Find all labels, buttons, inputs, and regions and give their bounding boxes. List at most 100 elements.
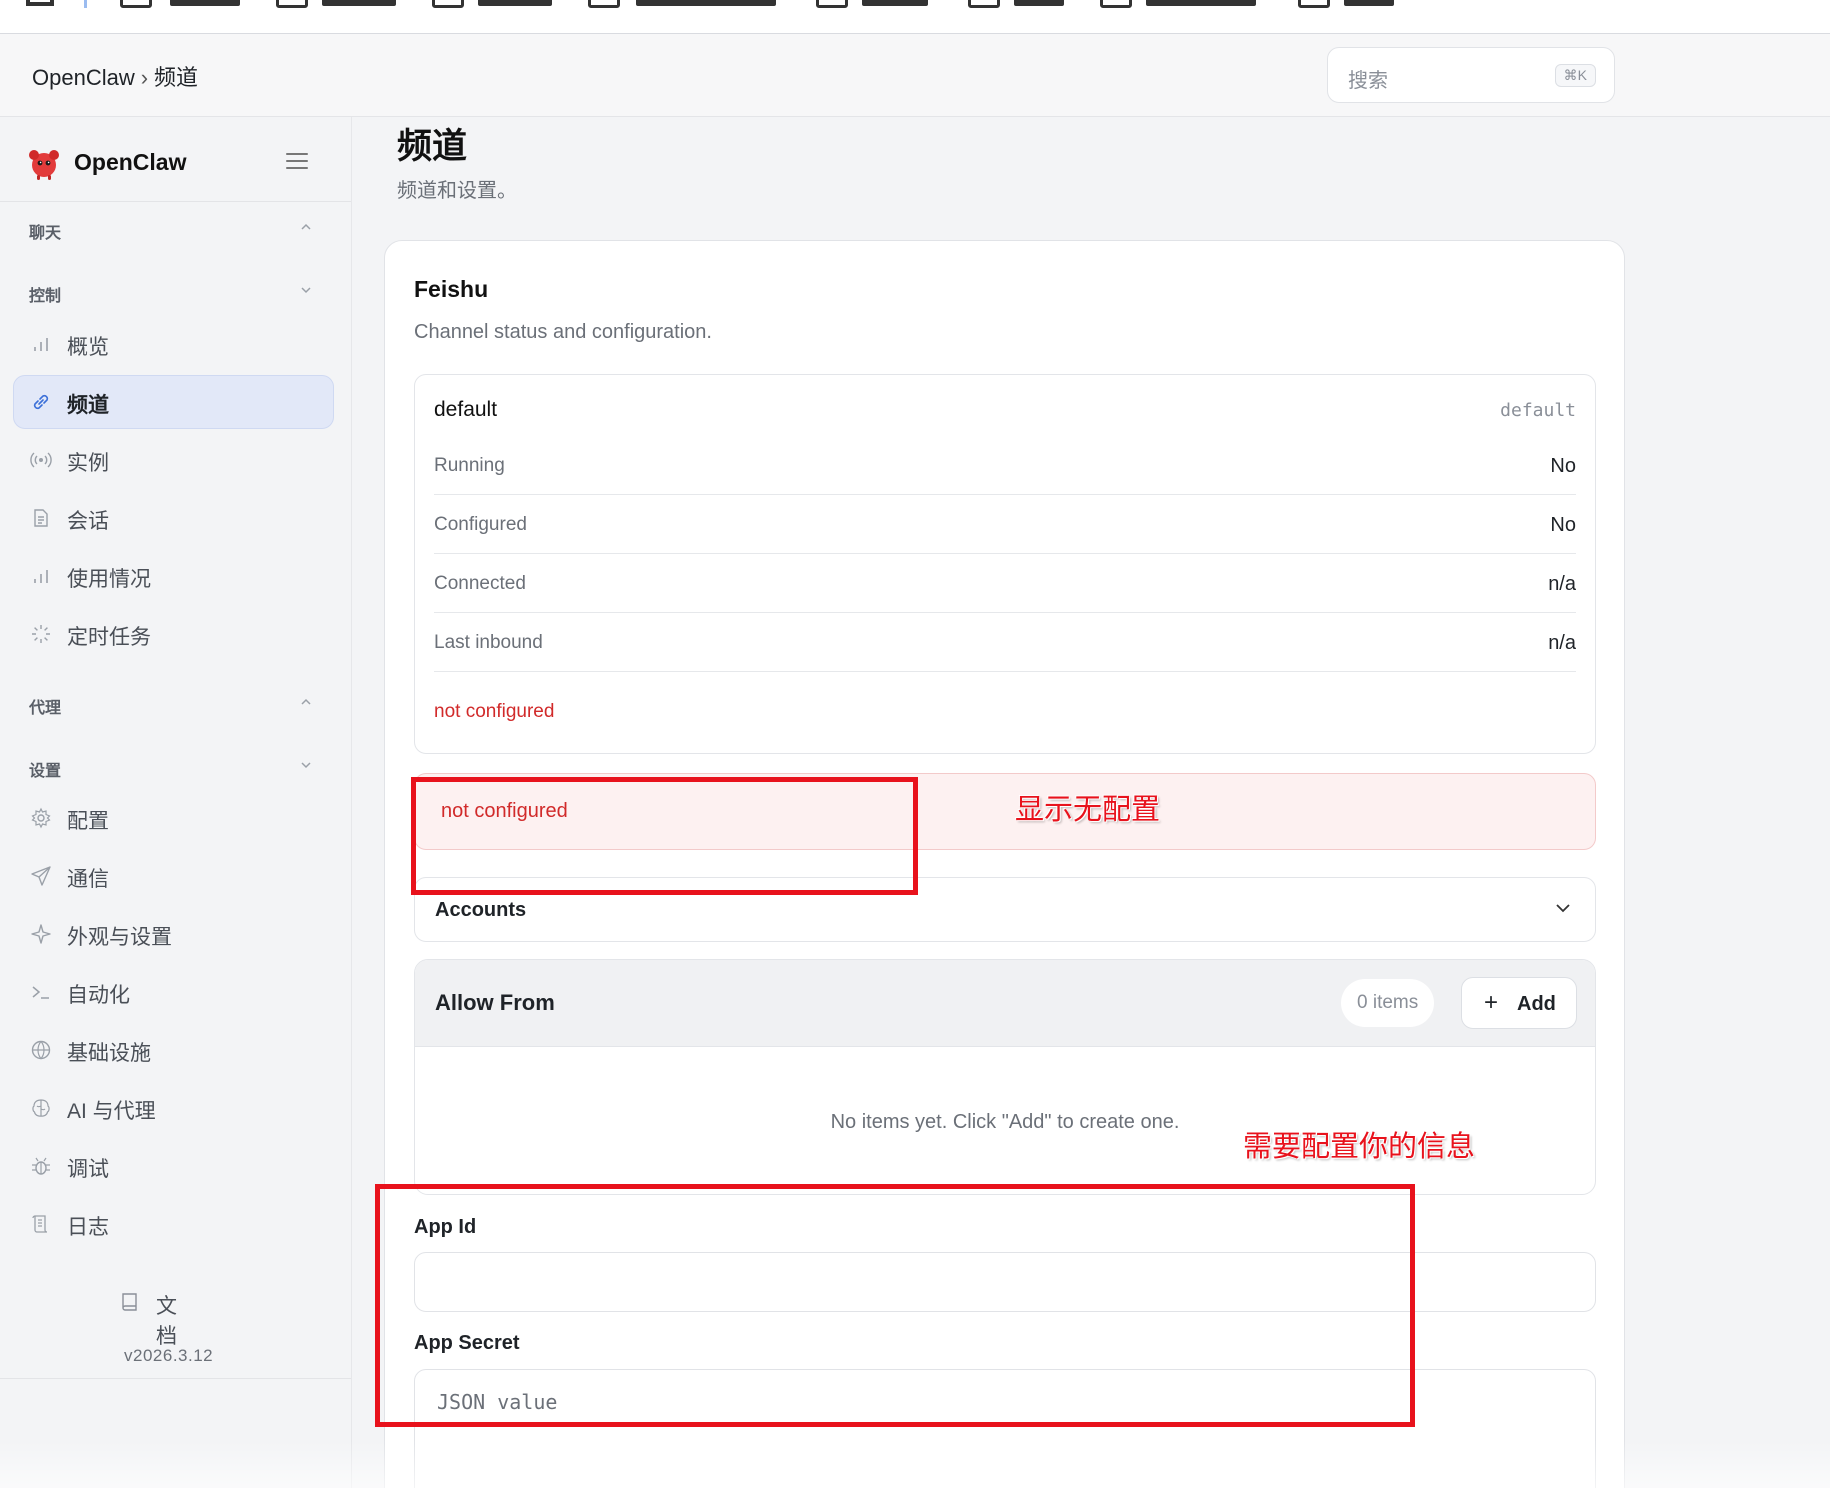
- allow-from-title: Allow From: [435, 990, 555, 1015]
- book-icon: [122, 1293, 137, 1311]
- bar-chart-icon: [34, 570, 48, 583]
- toolbar-item-icon[interactable]: [968, 0, 1000, 8]
- status-value: n/a: [1548, 632, 1576, 654]
- toolbar-item-icon[interactable]: [120, 0, 152, 8]
- chevron-down-icon[interactable]: [300, 759, 312, 771]
- sidebar-item-label: AI 与代理: [67, 1100, 156, 1123]
- breadcrumb-current: 频道: [154, 65, 199, 90]
- gear-icon: [31, 807, 51, 829]
- sidebar-item-label: 配置: [67, 810, 109, 833]
- sidebar: OpenClaw 聊天 控制 概览 频道 实例 会话 使用情况 定时任务 代理 …: [0, 117, 352, 1488]
- sidebar-item-label: 概览: [67, 336, 109, 359]
- sidebar-item-communication[interactable]: 通信: [13, 849, 334, 903]
- sidebar-divider: [0, 201, 351, 202]
- annotation-box-credentials: [375, 1184, 1415, 1427]
- toolbar-item-icon[interactable]: [1298, 0, 1330, 8]
- accounts-label: Accounts: [435, 899, 527, 921]
- sidebar-divider: [0, 1378, 351, 1379]
- search-shortcut-badge: ⌘K: [1554, 64, 1596, 87]
- annotation-text-need-config: 需要配置你的信息: [1243, 1131, 1476, 1163]
- section-chat[interactable]: 聊天: [29, 219, 61, 243]
- account-name: default: [434, 398, 498, 421]
- toolbar-item-label[interactable]: [1344, 0, 1394, 6]
- sidebar-item-automation[interactable]: 自动化: [13, 965, 334, 1019]
- toolbar-item-icon[interactable]: [816, 0, 848, 8]
- hamburger-menu-icon[interactable]: [286, 153, 308, 171]
- sidebar-item-usage[interactable]: 使用情况: [13, 549, 334, 603]
- toolbar-item-label[interactable]: [1146, 0, 1256, 6]
- sidebar-item-label: 自动化: [67, 984, 130, 1007]
- brand-name: OpenClaw: [74, 149, 187, 175]
- breadcrumb-root[interactable]: OpenClaw: [32, 65, 135, 90]
- radio-icon: [30, 452, 52, 468]
- page-subtitle: 频道和设置。: [397, 180, 517, 202]
- annotation-text-no-config: 显示无配置: [1015, 794, 1161, 826]
- sidebar-item-instances[interactable]: 实例: [13, 433, 334, 487]
- toolbar-item-label[interactable]: [170, 0, 240, 6]
- item-count-badge: 0 items: [1341, 979, 1435, 1027]
- sidebar-item-label: 日志: [67, 1216, 109, 1239]
- bug-icon: [32, 1157, 50, 1175]
- toolbar-item-icon[interactable]: [432, 0, 464, 8]
- allow-from-header: Allow From 0 items + Add: [415, 960, 1595, 1047]
- sidebar-item-debug[interactable]: 调试: [13, 1139, 334, 1193]
- search-placeholder: 搜索: [1348, 70, 1388, 92]
- section-agent[interactable]: 代理: [29, 694, 61, 718]
- loader-icon: [32, 625, 50, 643]
- add-button-label: Add: [1517, 993, 1556, 1015]
- globe-icon: [31, 1040, 51, 1060]
- docs-label: 文档: [156, 1295, 177, 1348]
- status-key: Last inbound: [434, 632, 543, 653]
- account-error-text: not configured: [434, 701, 555, 722]
- sidebar-item-ai-agents[interactable]: AI 与代理: [13, 1081, 334, 1135]
- apps-grid-icon[interactable]: [26, 0, 54, 6]
- status-key: Connected: [434, 573, 526, 594]
- sidebar-item-infrastructure[interactable]: 基础设施: [13, 1023, 334, 1077]
- breadcrumb-separator: ›: [140, 65, 149, 90]
- toolbar-item-label[interactable]: [322, 0, 396, 6]
- search-input[interactable]: 搜索 ⌘K: [1327, 47, 1615, 103]
- link-icon: [33, 394, 49, 410]
- sidebar-item-cron[interactable]: 定时任务: [13, 607, 334, 661]
- account-tag: default: [1500, 400, 1576, 421]
- sidebar-item-channels[interactable]: 频道: [13, 375, 334, 429]
- toolbar-item-label[interactable]: [478, 0, 552, 6]
- plus-icon: +: [1484, 989, 1499, 1016]
- toolbar-item-label[interactable]: [636, 0, 776, 6]
- sidebar-item-label: 使用情况: [67, 568, 151, 591]
- sidebar-item-overview[interactable]: 概览: [13, 317, 334, 371]
- chevron-down-icon[interactable]: [300, 284, 312, 296]
- channel-subtitle: Channel status and configuration.: [414, 321, 712, 343]
- chevron-up-icon[interactable]: [300, 696, 312, 708]
- sidebar-item-config[interactable]: 配置: [13, 791, 334, 845]
- sidebar-item-label: 定时任务: [67, 626, 151, 649]
- page-header: OpenClaw › 频道 搜索 ⌘K: [0, 34, 1830, 117]
- annotation-box-not-configured: [411, 777, 918, 895]
- toolbar-item-icon[interactable]: [276, 0, 308, 8]
- status-row-configured: Configured No: [434, 496, 1576, 554]
- sidebar-item-appearance[interactable]: 外观与设置: [13, 907, 334, 961]
- sidebar-item-sessions[interactable]: 会话: [13, 491, 334, 545]
- toolbar-item-label[interactable]: [862, 0, 928, 6]
- openclaw-logo-icon: [29, 150, 59, 180]
- chevron-up-icon[interactable]: [300, 221, 312, 233]
- toolbar-item-label[interactable]: [1014, 0, 1064, 6]
- status-value: No: [1550, 455, 1576, 477]
- add-button[interactable]: + Add: [1461, 977, 1577, 1029]
- toolbar-item-icon[interactable]: [1100, 0, 1132, 8]
- section-control[interactable]: 控制: [29, 282, 61, 306]
- status-row-last-inbound: Last inbound n/a: [434, 614, 1576, 672]
- chevron-down-icon: [1556, 904, 1570, 913]
- toolbar-item-icon[interactable]: [588, 0, 620, 8]
- terminal-icon: [32, 986, 49, 999]
- sidebar-item-label: 频道: [67, 394, 109, 417]
- toolbar-divider: [84, 0, 87, 8]
- sidebar-item-logs[interactable]: 日志: [13, 1197, 334, 1251]
- sidebar-item-label: 通信: [67, 868, 109, 891]
- sidebar-item-label: 调试: [67, 1158, 109, 1181]
- sidebar-item-label: 会话: [67, 510, 109, 533]
- status-key: Running: [434, 455, 505, 476]
- section-settings[interactable]: 设置: [29, 757, 61, 781]
- sidebar-item-label: 基础设施: [67, 1042, 151, 1065]
- sparkle-icon: [31, 924, 51, 944]
